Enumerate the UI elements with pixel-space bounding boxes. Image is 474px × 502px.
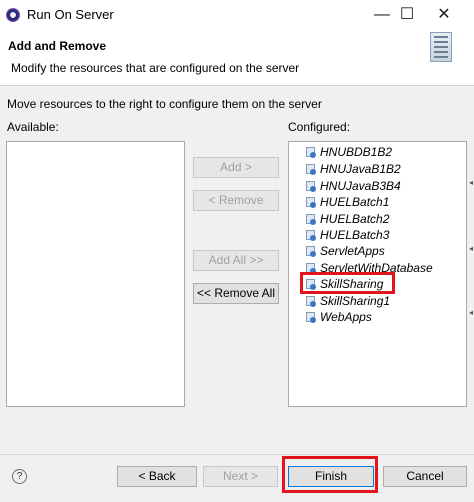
- maximize-button[interactable]: ☐: [394, 4, 420, 26]
- minimize-button[interactable]: —: [369, 4, 395, 26]
- skillsharing-highlight: [300, 272, 395, 294]
- help-icon[interactable]: ?: [12, 469, 27, 484]
- list-item-label: HUELBatch3: [320, 228, 390, 242]
- web-project-icon: [305, 196, 316, 208]
- finish-highlight: [282, 456, 378, 493]
- close-button[interactable]: ✕: [431, 4, 457, 26]
- scroll-indicator[interactable]: ◂: [469, 178, 473, 187]
- web-project-icon: [305, 213, 316, 225]
- instruction-text: Move resources to the right to configure…: [7, 97, 322, 111]
- divider: [0, 454, 474, 455]
- title-bar: Run On Server — ☐ ✕: [0, 0, 474, 30]
- list-item[interactable]: HUELBatch3: [305, 227, 389, 243]
- web-project-icon: [305, 163, 316, 175]
- list-item[interactable]: SkillSharing1: [305, 293, 390, 309]
- list-item-label: HNUJavaB3B4: [320, 179, 401, 193]
- list-item[interactable]: HUELBatch2: [305, 211, 389, 227]
- add-button[interactable]: Add >: [193, 157, 279, 178]
- list-item-label: HNUBDB1B2: [320, 145, 393, 159]
- list-item-label: HNUJavaB1B2: [320, 162, 401, 176]
- remove-button[interactable]: < Remove: [193, 190, 279, 211]
- server-icon: [430, 32, 452, 62]
- add-all-button[interactable]: Add All >>: [193, 250, 279, 271]
- configured-label: Configured:: [288, 120, 351, 134]
- list-item[interactable]: HNUJavaB1B2: [305, 161, 401, 177]
- list-item-label: ServletApps: [320, 244, 385, 258]
- eclipse-icon: [6, 8, 20, 22]
- available-label: Available:: [7, 120, 59, 134]
- web-project-icon: [305, 245, 316, 257]
- list-item-label: HUELBatch1: [320, 195, 390, 209]
- web-project-icon: [305, 180, 316, 192]
- page-title: Add and Remove: [8, 39, 107, 53]
- list-item[interactable]: HNUBDB1B2: [305, 144, 392, 160]
- back-button[interactable]: < Back: [117, 466, 197, 487]
- web-project-icon: [305, 311, 316, 323]
- list-item-label: HUELBatch2: [320, 212, 390, 226]
- list-item-label: SkillSharing1: [320, 294, 391, 308]
- list-item[interactable]: ServletApps: [305, 243, 385, 259]
- next-button[interactable]: Next >: [203, 466, 278, 487]
- list-item-label: WebApps: [320, 310, 372, 324]
- window-title: Run On Server: [27, 7, 114, 22]
- list-item[interactable]: WebApps: [305, 309, 372, 325]
- web-project-icon: [305, 146, 316, 158]
- web-project-icon: [305, 229, 316, 241]
- web-project-icon: [305, 295, 316, 307]
- scroll-indicator[interactable]: ◂: [469, 244, 473, 253]
- cancel-button[interactable]: Cancel: [383, 466, 467, 487]
- available-list[interactable]: [6, 141, 185, 407]
- scroll-indicator[interactable]: ◂: [469, 308, 473, 317]
- list-item[interactable]: HUELBatch1: [305, 194, 389, 210]
- page-subtitle: Modify the resources that are configured…: [11, 61, 300, 75]
- wizard-header: Add and Remove Modify the resources that…: [0, 30, 474, 86]
- list-item[interactable]: HNUJavaB3B4: [305, 178, 401, 194]
- remove-all-button[interactable]: << Remove All: [193, 283, 279, 304]
